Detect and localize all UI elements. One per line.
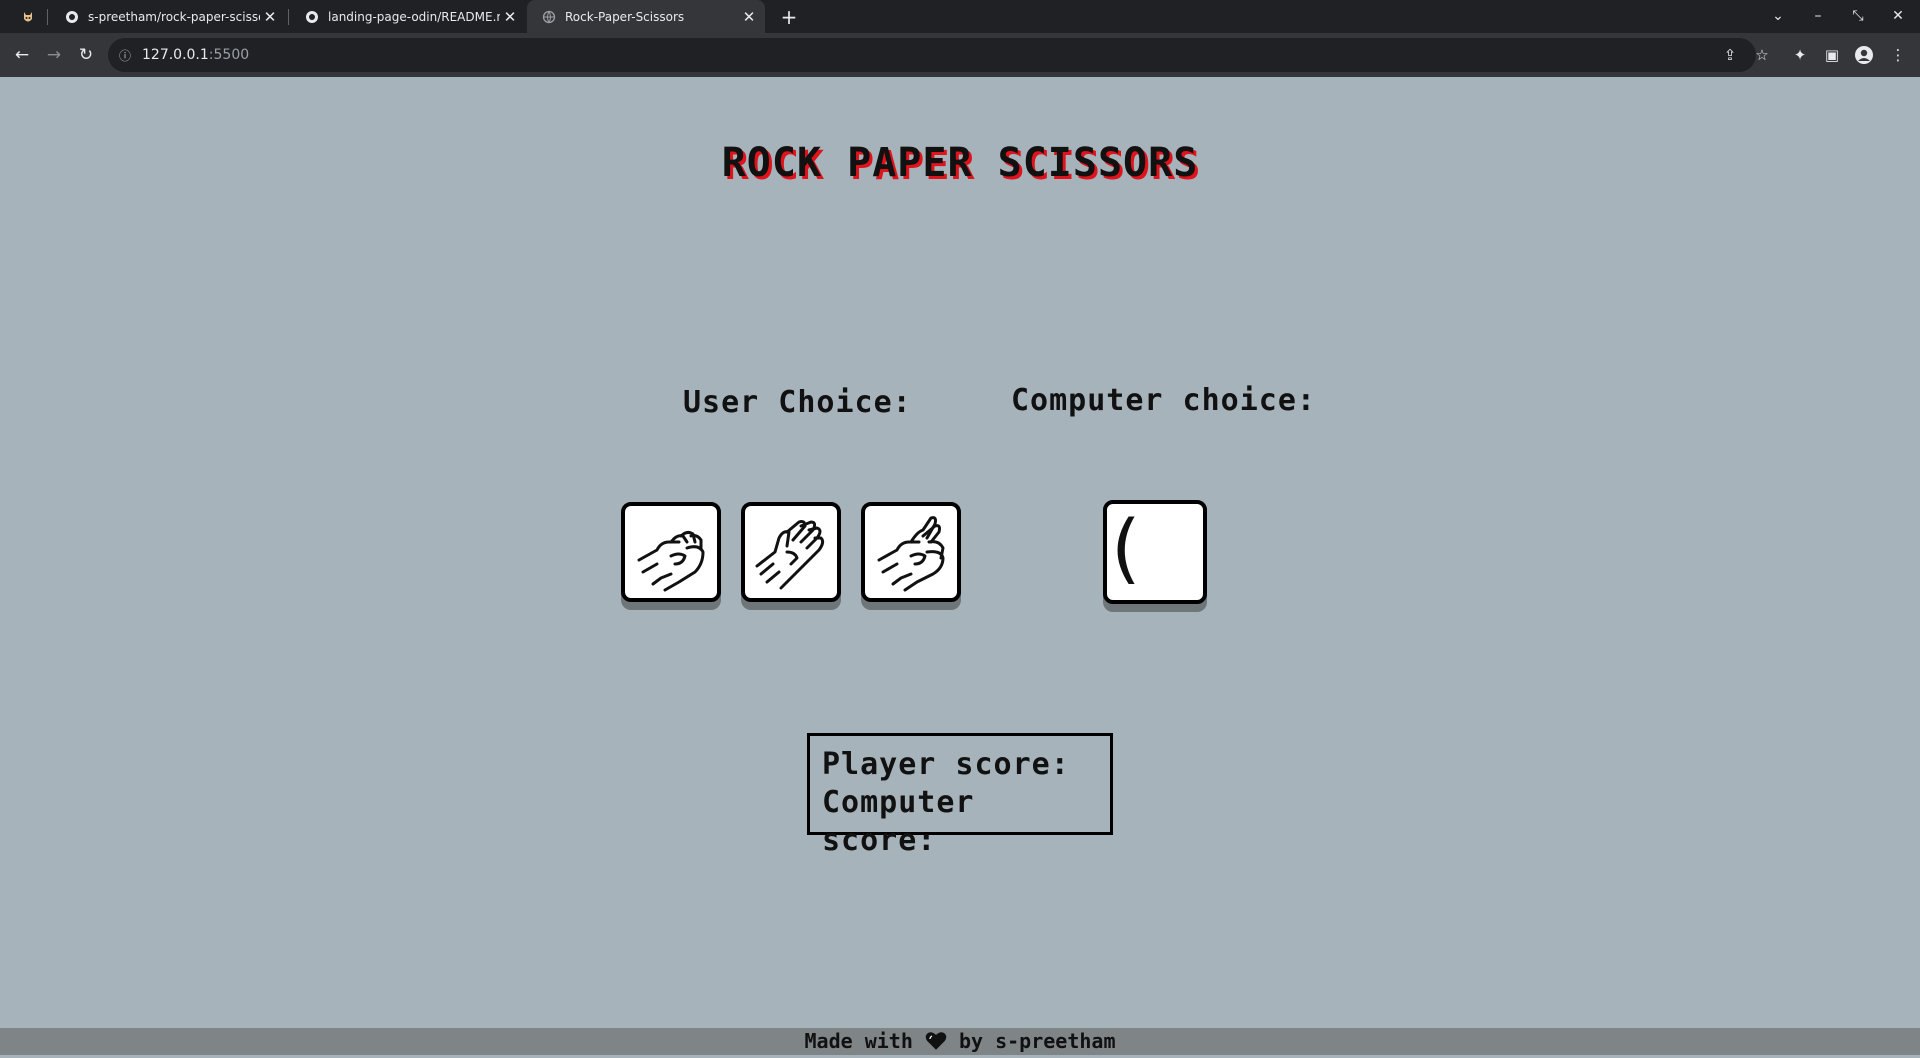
page-title: ROCK PAPER SCISSORS [721,140,1199,186]
github-icon [304,9,320,25]
side-panel-icon[interactable]: ▣ [1818,41,1846,69]
tab-search-chevron-icon[interactable]: ⌄ [1758,0,1798,33]
scissors-choice-button[interactable] [861,502,961,602]
paper-choice-button[interactable] [741,502,841,602]
github-icon [64,9,80,25]
tab-rock-paper-scissors[interactable]: Rock-Paper-Scissors ✕ [527,0,765,33]
forward-arrow-icon[interactable]: → [40,41,68,69]
close-tab-icon[interactable]: ✕ [739,8,759,26]
score-panel: Player score: Computer score: [807,733,1113,858]
minimize-window-icon[interactable]: – [1798,0,1838,33]
footer-suffix: by s-preetham [958,1029,1116,1053]
player-score-label: Player score: [822,747,1070,782]
reload-icon[interactable]: ↻ [72,41,100,69]
computer-choice-display: ( [1103,500,1207,604]
browser-toolbar: ← → ↻ ⓘ 127.0.0.1:5500 ⇪ ☆ ✦ ▣ ⋮ [0,33,1920,77]
computer-choice-label: Computer choice: [1011,383,1316,418]
page-body: ROCK PAPER SCISSORS User Choice: Compute… [0,77,1920,1055]
restore-window-icon[interactable]: ⤡ [1838,0,1878,33]
tab-title: landing-page-odin/README.md [328,9,500,24]
profile-avatar-icon[interactable] [1850,41,1878,69]
user-choice-label: User Choice: [683,385,912,420]
close-window-icon[interactable]: ✕ [1878,0,1918,33]
heart-icon [925,1031,947,1058]
browser-menu-icon[interactable]: ⋮ [1884,41,1912,69]
globe-icon [541,9,557,25]
browser-tab-bar: s-preetham/rock-paper-scissors ✕ landing… [0,0,1920,33]
paper-hand-icon [755,520,825,590]
extensions-puzzle-icon[interactable]: ✦ [1786,41,1814,69]
rock-choice-button[interactable] [621,502,721,602]
new-tab-button[interactable]: + [776,4,802,30]
site-info-icon[interactable]: ⓘ [108,47,142,64]
tab-github-rps[interactable]: s-preetham/rock-paper-scissors ✕ [50,0,286,33]
close-tab-icon[interactable]: ✕ [260,8,280,26]
computer-score-label: Computer score: [822,785,975,858]
tab-title: Rock-Paper-Scissors [565,9,685,24]
tab-search-button[interactable] [0,0,44,33]
footer-prefix: Made with [804,1029,913,1053]
share-icon[interactable]: ⇪ [1716,41,1744,69]
computer-choice-value: ( [1111,503,1141,592]
back-arrow-icon[interactable]: ← [8,41,36,69]
tab-landing-page-readme[interactable]: landing-page-odin/README.md ✕ [290,0,526,33]
tab-title: s-preetham/rock-paper-scissors [88,9,260,24]
scissors-hand-icon [877,516,945,592]
bookmark-star-icon[interactable]: ☆ [1748,41,1776,69]
address-bar[interactable]: ⓘ 127.0.0.1:5500 [108,38,1756,72]
close-tab-icon[interactable]: ✕ [500,8,520,26]
url-text: 127.0.0.1:5500 [142,47,250,63]
rock-hand-icon [637,530,705,592]
pinned-favicon-icon [20,9,36,25]
page-footer: Made with by s-preetham [0,1028,1920,1055]
